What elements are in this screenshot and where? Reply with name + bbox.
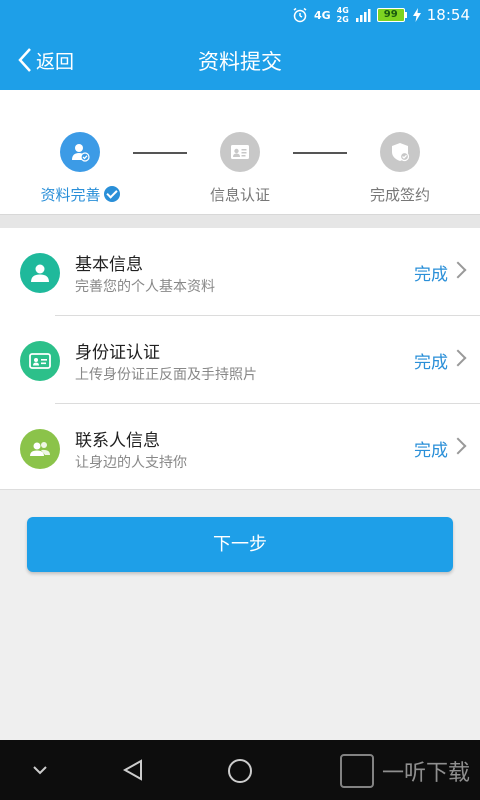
system-nav-bar: 一听下载 bbox=[0, 740, 480, 800]
chevron-right-icon bbox=[449, 437, 467, 455]
step-indicator: 资料完善 信息认证 完成签约 bbox=[0, 90, 480, 214]
charging-icon bbox=[412, 8, 421, 22]
signal-bars-icon bbox=[355, 9, 371, 22]
shield-check-icon bbox=[392, 143, 410, 162]
back-nav-icon[interactable] bbox=[121, 758, 145, 782]
battery-level: 99 bbox=[376, 8, 405, 22]
watermark-logo-icon bbox=[339, 754, 374, 788]
id-info-icon bbox=[231, 145, 249, 159]
item-subtitle: 上传身份证正反面及手持照片 bbox=[75, 367, 257, 383]
status-indicators: 4G 4G 2G 99 18:54 bbox=[292, 4, 470, 26]
hide-keyboard-icon[interactable] bbox=[32, 764, 48, 776]
status-bar: 4G 4G 2G 99 18:54 bbox=[0, 0, 480, 30]
step-connector-1 bbox=[133, 152, 187, 154]
signal-label-primary: 4G bbox=[313, 8, 331, 22]
step-3-label: 完成签约 bbox=[369, 186, 430, 204]
item-title: 联系人信息 bbox=[75, 431, 160, 451]
user-icon bbox=[20, 253, 60, 293]
chevron-right-icon bbox=[449, 261, 467, 279]
page-title: 资料提交 bbox=[198, 50, 282, 74]
check-icon bbox=[103, 186, 120, 202]
list-item-id-verification[interactable]: 身份证认证 上传身份证正反面及手持照片 完成 bbox=[0, 316, 480, 403]
watermark: 一听下载 bbox=[339, 754, 470, 788]
step-2-circle bbox=[220, 132, 260, 172]
step-connector-2 bbox=[293, 152, 347, 154]
step-1-circle bbox=[60, 132, 100, 172]
step-2-label: 信息认证 bbox=[209, 186, 270, 204]
info-list: 基本信息 完善您的个人基本资料 完成 身份证认证 上传身份证正反面及手持照片 完… bbox=[0, 228, 480, 490]
user-check-icon bbox=[72, 144, 90, 162]
list-item-basic-info[interactable]: 基本信息 完善您的个人基本资料 完成 bbox=[0, 228, 480, 315]
contacts-icon bbox=[20, 429, 60, 469]
chevron-right-icon bbox=[449, 349, 467, 367]
item-title: 身份证认证 bbox=[75, 343, 160, 363]
step-1-label: 资料完善 bbox=[10, 184, 150, 205]
next-step-button[interactable]: 下一步 bbox=[27, 517, 453, 572]
section-divider bbox=[0, 214, 480, 228]
item-status: 完成 bbox=[414, 441, 448, 461]
battery-icon: 99 bbox=[376, 8, 407, 22]
item-status: 完成 bbox=[414, 353, 448, 373]
signal-label-secondary: 4G 2G bbox=[336, 6, 349, 24]
id-card-icon bbox=[20, 341, 60, 381]
home-nav-icon[interactable] bbox=[227, 758, 253, 784]
item-subtitle: 完善您的个人基本资料 bbox=[75, 279, 215, 295]
nav-bar: 返回 资料提交 bbox=[0, 30, 480, 90]
list-item-contacts[interactable]: 联系人信息 让身边的人支持你 完成 bbox=[0, 404, 480, 491]
clock: 18:54 bbox=[426, 6, 470, 24]
step-3-circle bbox=[380, 132, 420, 172]
item-status: 完成 bbox=[414, 265, 448, 285]
watermark-text: 一听下载 bbox=[381, 761, 470, 786]
item-subtitle: 让身边的人支持你 bbox=[75, 455, 187, 471]
alarm-icon bbox=[293, 7, 307, 23]
item-title: 基本信息 bbox=[75, 255, 143, 275]
